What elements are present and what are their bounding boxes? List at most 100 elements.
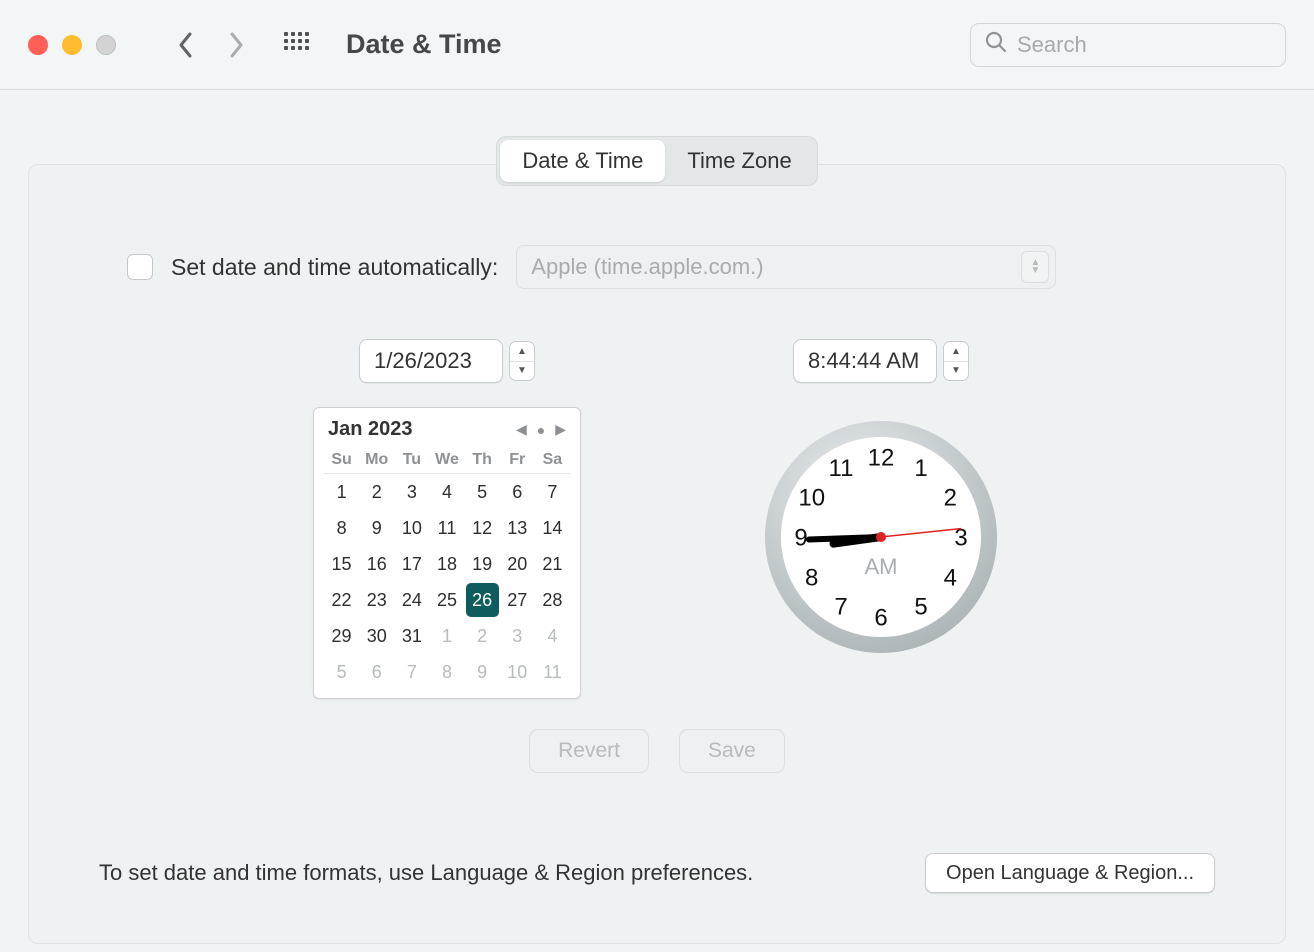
back-button[interactable] <box>166 25 206 65</box>
calendar-day[interactable]: 6 <box>501 475 534 509</box>
calendar-day[interactable]: 7 <box>536 475 569 509</box>
search-icon <box>985 31 1007 58</box>
calendar-day[interactable]: 17 <box>395 547 428 581</box>
window-controls <box>28 35 116 55</box>
time-stepper[interactable]: ▲ ▼ <box>943 341 969 381</box>
calendar-day[interactable]: 20 <box>501 547 534 581</box>
zoom-window-button[interactable] <box>96 35 116 55</box>
format-hint: To set date and time formats, use Langua… <box>99 860 753 886</box>
calendar-dow: Tu <box>394 447 429 474</box>
calendar-dow: Su <box>324 447 359 474</box>
date-column: 1/26/2023 ▲ ▼ Jan 2023 ◀ ● ▶ SuMoTuWeThF… <box>313 339 581 699</box>
calendar-dow: Mo <box>359 447 394 474</box>
search-field[interactable] <box>970 23 1286 67</box>
open-language-region-button[interactable]: Open Language & Region... <box>925 853 1215 893</box>
stepper-down-icon: ▼ <box>944 362 968 381</box>
auto-set-label: Set date and time automatically: <box>171 254 498 281</box>
calendar-day[interactable]: 2 <box>466 619 499 653</box>
calendar-day[interactable]: 18 <box>430 547 463 581</box>
calendar-day[interactable]: 9 <box>466 655 499 689</box>
tab-time-zone[interactable]: Time Zone <box>665 140 813 182</box>
calendar-day[interactable]: 7 <box>395 655 428 689</box>
svg-text:6: 6 <box>874 604 887 631</box>
calendar-day[interactable]: 12 <box>466 511 499 545</box>
calendar-day[interactable]: 4 <box>536 619 569 653</box>
page-title: Date & Time <box>346 29 502 60</box>
revert-button[interactable]: Revert <box>529 729 649 773</box>
svg-text:8: 8 <box>805 564 818 591</box>
calendar-day[interactable]: 9 <box>360 511 393 545</box>
calendar-day[interactable]: 8 <box>325 511 358 545</box>
time-column: 8:44:44 AM ▲ ▼ 12123456789101 <box>761 339 1001 657</box>
calendar-day[interactable]: 10 <box>395 511 428 545</box>
stepper-down-icon: ▼ <box>510 362 534 381</box>
save-button[interactable]: Save <box>679 729 785 773</box>
calendar-day[interactable]: 15 <box>325 547 358 581</box>
tabs: Date & Time Time Zone <box>496 136 817 186</box>
calendar-day[interactable]: 21 <box>536 547 569 581</box>
calendar-dow: Sa <box>535 447 570 474</box>
calendar-day[interactable]: 3 <box>395 475 428 509</box>
forward-button[interactable] <box>216 25 256 65</box>
calendar-day[interactable]: 24 <box>395 583 428 617</box>
search-input[interactable] <box>1017 32 1305 58</box>
calendar-day[interactable]: 6 <box>360 655 393 689</box>
time-input[interactable]: 8:44:44 AM <box>793 339 937 383</box>
calendar-day[interactable]: 5 <box>325 655 358 689</box>
calendar-day[interactable]: 2 <box>360 475 393 509</box>
calendar-day[interactable]: 27 <box>501 583 534 617</box>
calendar-dow: Fr <box>500 447 535 474</box>
calendar-day[interactable]: 3 <box>501 619 534 653</box>
calendar-day[interactable]: 16 <box>360 547 393 581</box>
close-window-button[interactable] <box>28 35 48 55</box>
calendar-day[interactable]: 26 <box>466 583 499 617</box>
calendar-day[interactable]: 10 <box>501 655 534 689</box>
svg-text:5: 5 <box>914 594 927 621</box>
calendar-day[interactable]: 30 <box>360 619 393 653</box>
minimize-window-button[interactable] <box>62 35 82 55</box>
titlebar: Date & Time <box>0 0 1314 90</box>
calendar-today-icon[interactable]: ● <box>537 422 545 438</box>
time-server-combo[interactable]: Apple (time.apple.com.) ▲▼ <box>516 245 1056 289</box>
tab-date-time[interactable]: Date & Time <box>500 140 665 182</box>
calendar-day[interactable]: 1 <box>430 619 463 653</box>
analog-clock[interactable]: 121234567891011 AM <box>761 417 1001 657</box>
time-server-value: Apple (time.apple.com.) <box>531 254 763 280</box>
calendar[interactable]: Jan 2023 ◀ ● ▶ SuMoTuWeThFrSa12345678910… <box>313 407 581 699</box>
calendar-day[interactable]: 23 <box>360 583 393 617</box>
show-all-icon[interactable] <box>284 32 310 58</box>
stepper-up-icon: ▲ <box>510 342 534 362</box>
calendar-day[interactable]: 29 <box>325 619 358 653</box>
calendar-dow: We <box>429 447 464 474</box>
calendar-day[interactable]: 5 <box>466 475 499 509</box>
calendar-day[interactable]: 8 <box>430 655 463 689</box>
svg-text:2: 2 <box>944 484 957 511</box>
svg-text:7: 7 <box>834 594 847 621</box>
calendar-day[interactable]: 28 <box>536 583 569 617</box>
svg-text:4: 4 <box>944 564 957 591</box>
svg-text:10: 10 <box>798 484 825 511</box>
stepper-up-icon: ▲ <box>944 342 968 362</box>
ampm-label: AM <box>865 554 898 580</box>
calendar-day[interactable]: 11 <box>536 655 569 689</box>
calendar-day[interactable]: 31 <box>395 619 428 653</box>
date-stepper[interactable]: ▲ ▼ <box>509 341 535 381</box>
calendar-day[interactable]: 1 <box>325 475 358 509</box>
settings-panel: Set date and time automatically: Apple (… <box>28 164 1286 944</box>
calendar-day[interactable]: 4 <box>430 475 463 509</box>
calendar-day[interactable]: 11 <box>430 511 463 545</box>
calendar-day[interactable]: 19 <box>466 547 499 581</box>
auto-set-checkbox[interactable] <box>127 254 153 280</box>
svg-text:12: 12 <box>868 444 895 471</box>
calendar-day[interactable]: 22 <box>325 583 358 617</box>
calendar-prev-icon[interactable]: ◀ <box>516 421 527 438</box>
svg-text:11: 11 <box>829 455 854 482</box>
calendar-day[interactable]: 14 <box>536 511 569 545</box>
calendar-next-icon[interactable]: ▶ <box>555 421 566 438</box>
date-input[interactable]: 1/26/2023 <box>359 339 503 383</box>
calendar-month-label: Jan 2023 <box>328 418 413 441</box>
calendar-day[interactable]: 13 <box>501 511 534 545</box>
combo-arrows-icon: ▲▼ <box>1021 251 1049 283</box>
calendar-day[interactable]: 25 <box>430 583 463 617</box>
calendar-dow: Th <box>465 447 500 474</box>
